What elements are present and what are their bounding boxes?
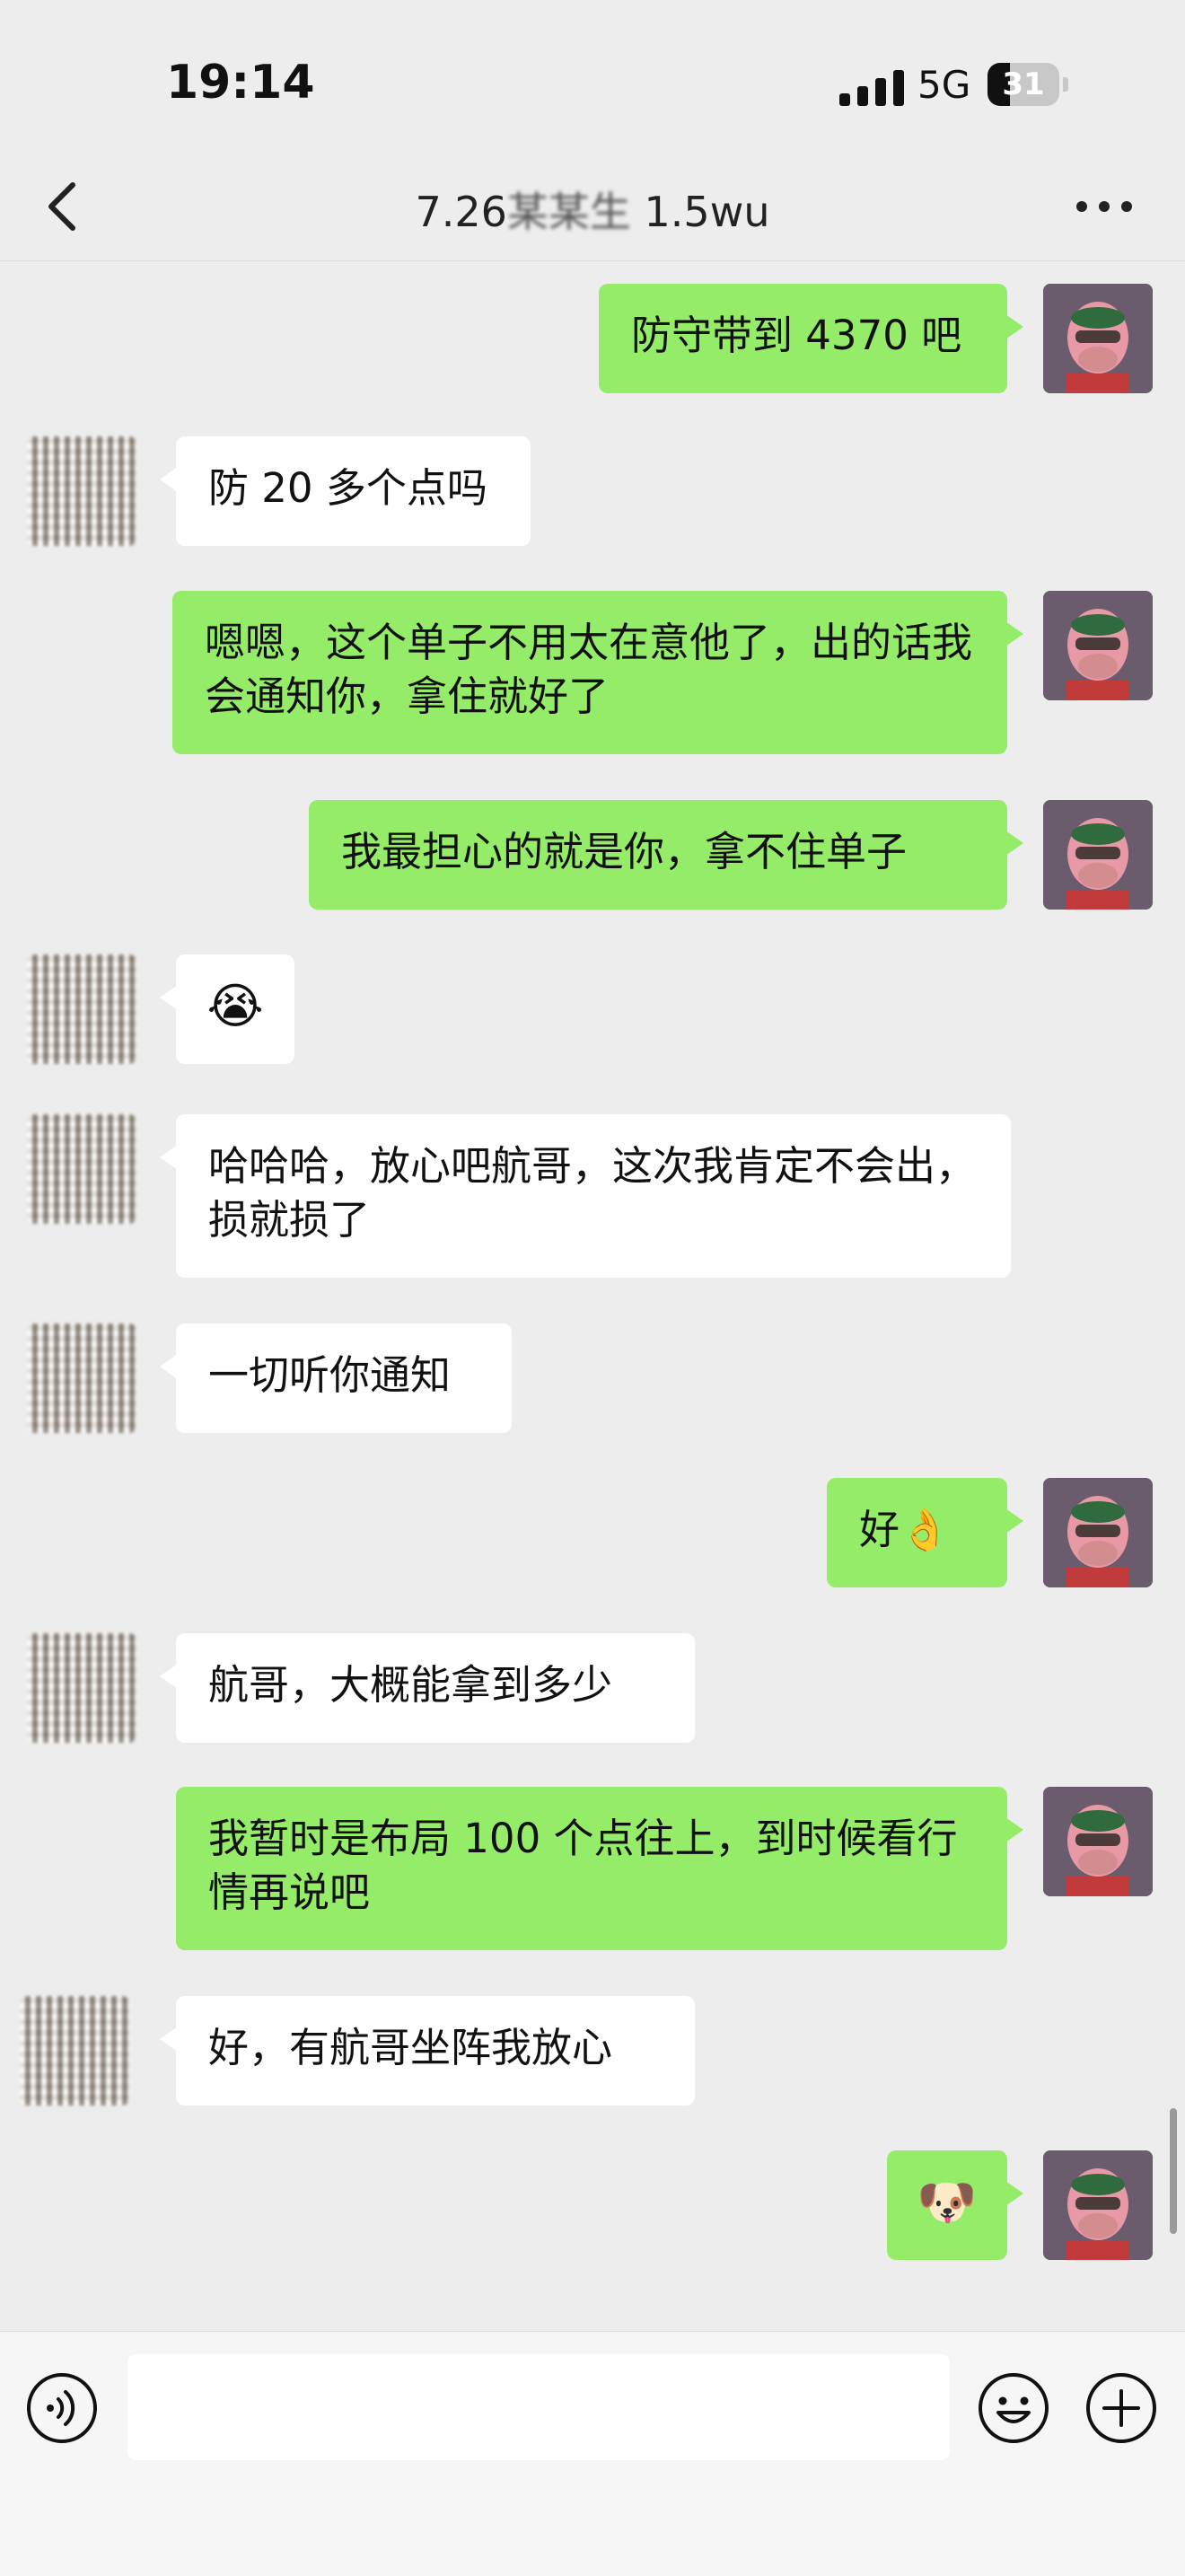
status-time: 19:14 (166, 56, 315, 110)
message-bubble[interactable]: 哈哈哈，放心吧航哥，这次我肯定不会出，损就损了 (160, 1114, 1011, 1278)
avatar[interactable] (1043, 284, 1153, 393)
message-bubble[interactable]: 好，有航哥坐阵我放心 (160, 1996, 695, 2106)
scrollbar[interactable] (1170, 2108, 1177, 2234)
avatar[interactable] (27, 436, 136, 546)
message-bubble[interactable]: 😭 (160, 954, 294, 1064)
message-bubble[interactable]: 防 20 多个点吗 (160, 436, 531, 546)
message-bubble[interactable]: 嗯嗯，这个单子不用太在意他了，出的话我会通知你，拿住就好了 (172, 591, 1023, 754)
chat-header: 7.26某某生 1.5wu (0, 153, 1185, 261)
status-bar: 19:14 5G 31 (0, 0, 1185, 171)
network-type: 5G (917, 63, 971, 107)
signal-icon (839, 70, 904, 106)
message-bubble[interactable]: 航哥，大概能拿到多少 (160, 1633, 695, 1743)
emoji-smile-icon[interactable] (977, 2371, 1050, 2445)
chat-title-date: 7.26 (415, 188, 507, 236)
message-bubble[interactable]: 好👌 (827, 1478, 1023, 1587)
avatar[interactable] (1043, 800, 1153, 910)
plus-circle-icon[interactable] (1084, 2371, 1158, 2445)
chat-title: 7.26某某生 1.5wu (0, 180, 1185, 239)
avatar[interactable] (27, 1323, 136, 1433)
message-bubble[interactable]: 🐶 (887, 2150, 1023, 2260)
input-bar (0, 2331, 1185, 2576)
message-list[interactable]: 防守带到 4370 吧 防 20 多个点吗 嗯嗯，这个单子不用太在意他了，出的话… (0, 261, 1185, 2331)
chat-title-obscured: 某某生 (506, 188, 631, 236)
avatar[interactable] (27, 1633, 136, 1743)
battery-icon: 31 (988, 63, 1068, 106)
message-bubble[interactable]: 一切听你通知 (160, 1323, 512, 1433)
more-dots-icon[interactable] (1073, 189, 1136, 224)
avatar[interactable] (20, 1996, 129, 2106)
message-input[interactable] (127, 2354, 950, 2460)
voice-icon[interactable] (25, 2371, 99, 2445)
message-bubble[interactable]: 我暂时是布局 100 个点往上，到时候看行情再说吧 (176, 1787, 1023, 1950)
chat-title-suffix: 1.5wu (630, 188, 770, 236)
avatar[interactable] (1043, 1787, 1153, 1896)
avatar[interactable] (1043, 591, 1153, 700)
avatar[interactable] (27, 1114, 136, 1224)
message-bubble[interactable]: 我最担心的就是你，拿不住单子 (309, 800, 1023, 910)
avatar[interactable] (1043, 1478, 1153, 1587)
avatar[interactable] (27, 954, 136, 1064)
message-bubble[interactable]: 防守带到 4370 吧 (599, 284, 1023, 393)
avatar[interactable] (1043, 2150, 1153, 2260)
battery-level: 31 (1002, 66, 1045, 102)
